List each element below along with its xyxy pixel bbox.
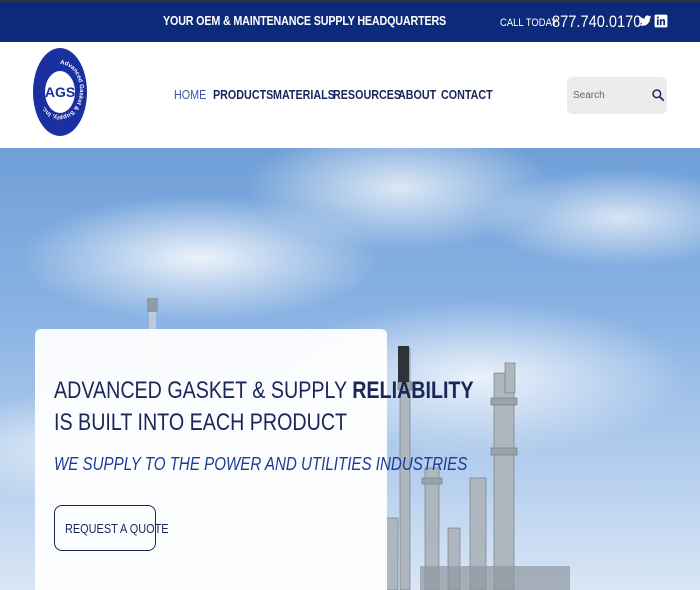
ags-logo[interactable]: Advanced Gasket & Supply, Inc. AGS <box>32 48 88 140</box>
nav-contact[interactable]: CONTACT <box>441 88 493 102</box>
call-today-label: CALL TODAY <box>500 17 558 29</box>
nav-products[interactable]: PRODUCTS <box>213 88 273 102</box>
hero-banner: ADVANCED GASKET & SUPPLY RELIABILITY IS … <box>0 148 700 590</box>
site-header: Advanced Gasket & Supply, Inc. AGS HOME … <box>0 42 700 148</box>
linkedin-icon[interactable] <box>654 14 668 28</box>
tagline: YOUR OEM & MAINTENANCE SUPPLY HEADQUARTE… <box>163 14 447 28</box>
request-quote-label: REQUEST A QUOTE <box>65 521 169 536</box>
phone-number[interactable]: 877.740.0170 <box>552 12 641 32</box>
top-bar: YOUR OEM & MAINTENANCE SUPPLY HEADQUARTE… <box>0 0 700 42</box>
nav-materials[interactable]: MATERIALS <box>273 88 335 102</box>
hero-headline: ADVANCED GASKET & SUPPLY RELIABILITY IS … <box>54 375 474 439</box>
logo-initials: AGS <box>45 84 75 100</box>
request-quote-button[interactable]: REQUEST A QUOTE <box>54 505 169 551</box>
search-box <box>567 77 667 114</box>
nav-resources[interactable]: RESOURCES <box>333 88 401 102</box>
headline-line2: IS BUILT INTO EACH PRODUCT <box>54 409 348 436</box>
nav-home[interactable]: HOME <box>174 88 206 102</box>
search-icon[interactable] <box>651 88 665 102</box>
headline-line1: ADVANCED GASKET & SUPPLY <box>54 377 353 404</box>
nav-about[interactable]: ABOUT <box>398 88 436 102</box>
hero-subline: WE SUPPLY TO THE POWER AND UTILITIES IND… <box>54 454 468 474</box>
twitter-icon[interactable] <box>638 14 652 28</box>
headline-emphasis: RELIABILITY <box>352 377 474 404</box>
search-input[interactable] <box>567 77 647 114</box>
hero-card: ADVANCED GASKET & SUPPLY RELIABILITY IS … <box>35 329 474 590</box>
